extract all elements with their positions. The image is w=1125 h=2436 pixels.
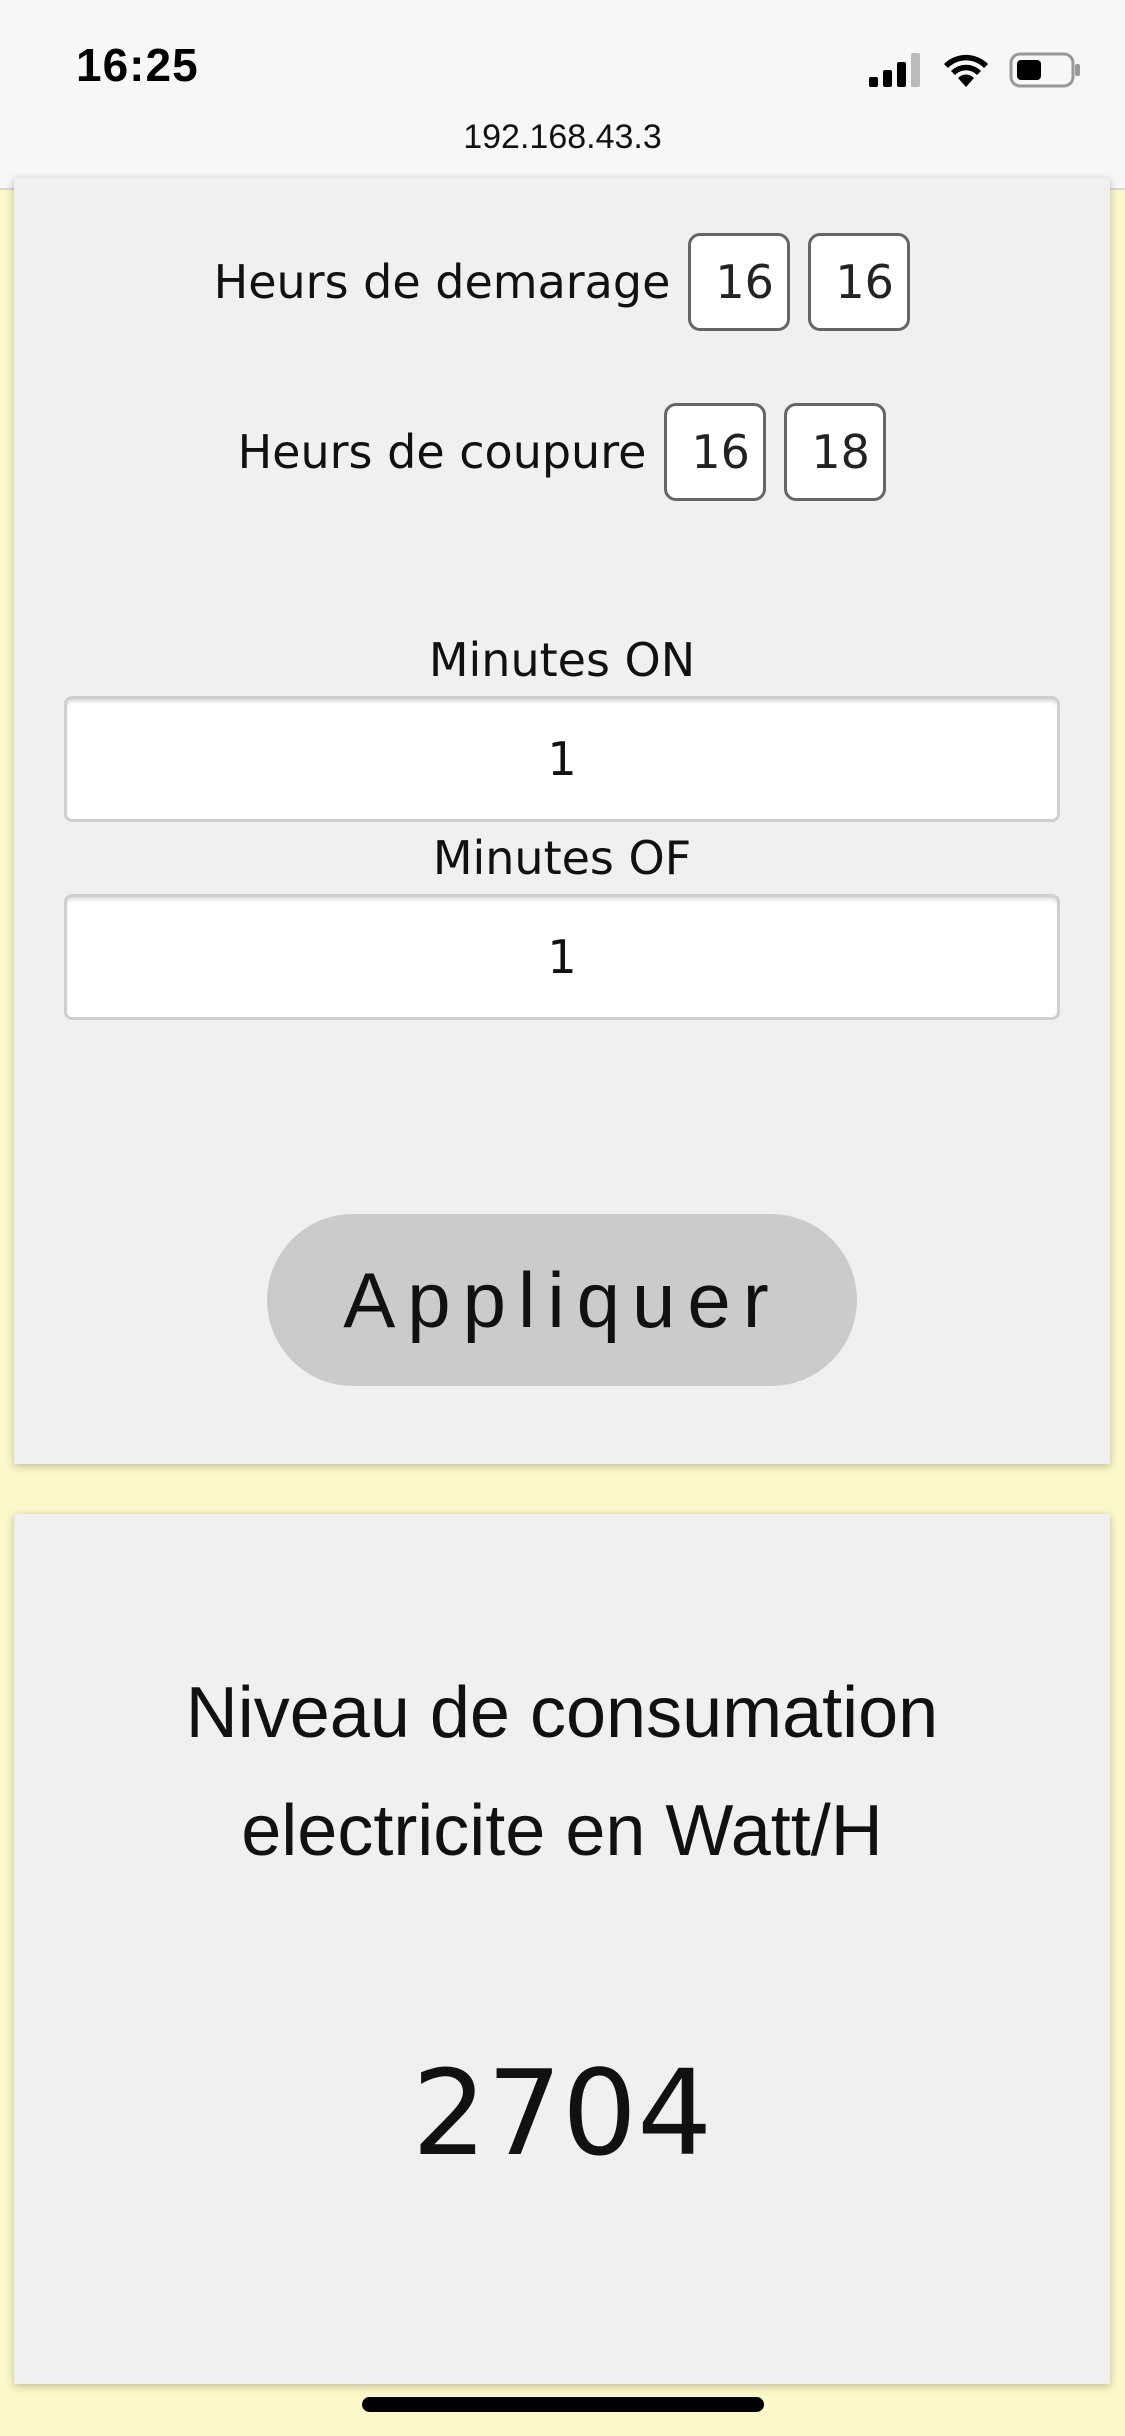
- consumption-panel: Niveau de consumation electricite en Wat…: [14, 1514, 1110, 2384]
- status-time: 16:25: [76, 39, 199, 91]
- start-minute-input[interactable]: 16: [808, 233, 911, 331]
- stop-minute-input[interactable]: 18: [784, 403, 887, 501]
- battery-icon: [1009, 52, 1080, 88]
- consumption-title-line1: Niveau de consumation: [185, 1673, 939, 1753]
- start-time-label: Heurs de demarage: [213, 255, 671, 309]
- status-icons: [869, 50, 1081, 90]
- cellular-signal-icon: [869, 53, 920, 87]
- apply-button[interactable]: Appliquer: [267, 1214, 857, 1386]
- schedule-settings-panel: Heurs de demarage 16 16 Heurs de coupure…: [14, 178, 1110, 1464]
- stop-hour-input[interactable]: 16: [664, 403, 767, 501]
- minutes-on-label: Minutes ON: [428, 633, 696, 687]
- start-hour-input[interactable]: 16: [688, 233, 791, 331]
- minutes-off-input[interactable]: 1: [64, 894, 1060, 1020]
- browser-status-bar: 16:25 192.168.43.3: [0, 0, 1125, 190]
- wifi-icon: [944, 54, 988, 87]
- consumption-title-line2: electricite en Watt/H: [241, 1791, 883, 1871]
- consumption-title: Niveau de consumation electricite en Wat…: [14, 1654, 1110, 1890]
- start-time-row: Heurs de demarage 16 16: [14, 233, 1110, 331]
- stop-time-label: Heurs de coupure: [237, 425, 647, 479]
- stop-time-row: Heurs de coupure 16 18: [14, 403, 1110, 501]
- minutes-on-input[interactable]: 1: [64, 696, 1060, 822]
- address-bar-url[interactable]: 192.168.43.3: [0, 118, 1125, 157]
- consumption-value: 2704: [411, 2044, 713, 2182]
- home-indicator[interactable]: [362, 2397, 764, 2412]
- minutes-off-label: Minutes OF: [432, 831, 692, 885]
